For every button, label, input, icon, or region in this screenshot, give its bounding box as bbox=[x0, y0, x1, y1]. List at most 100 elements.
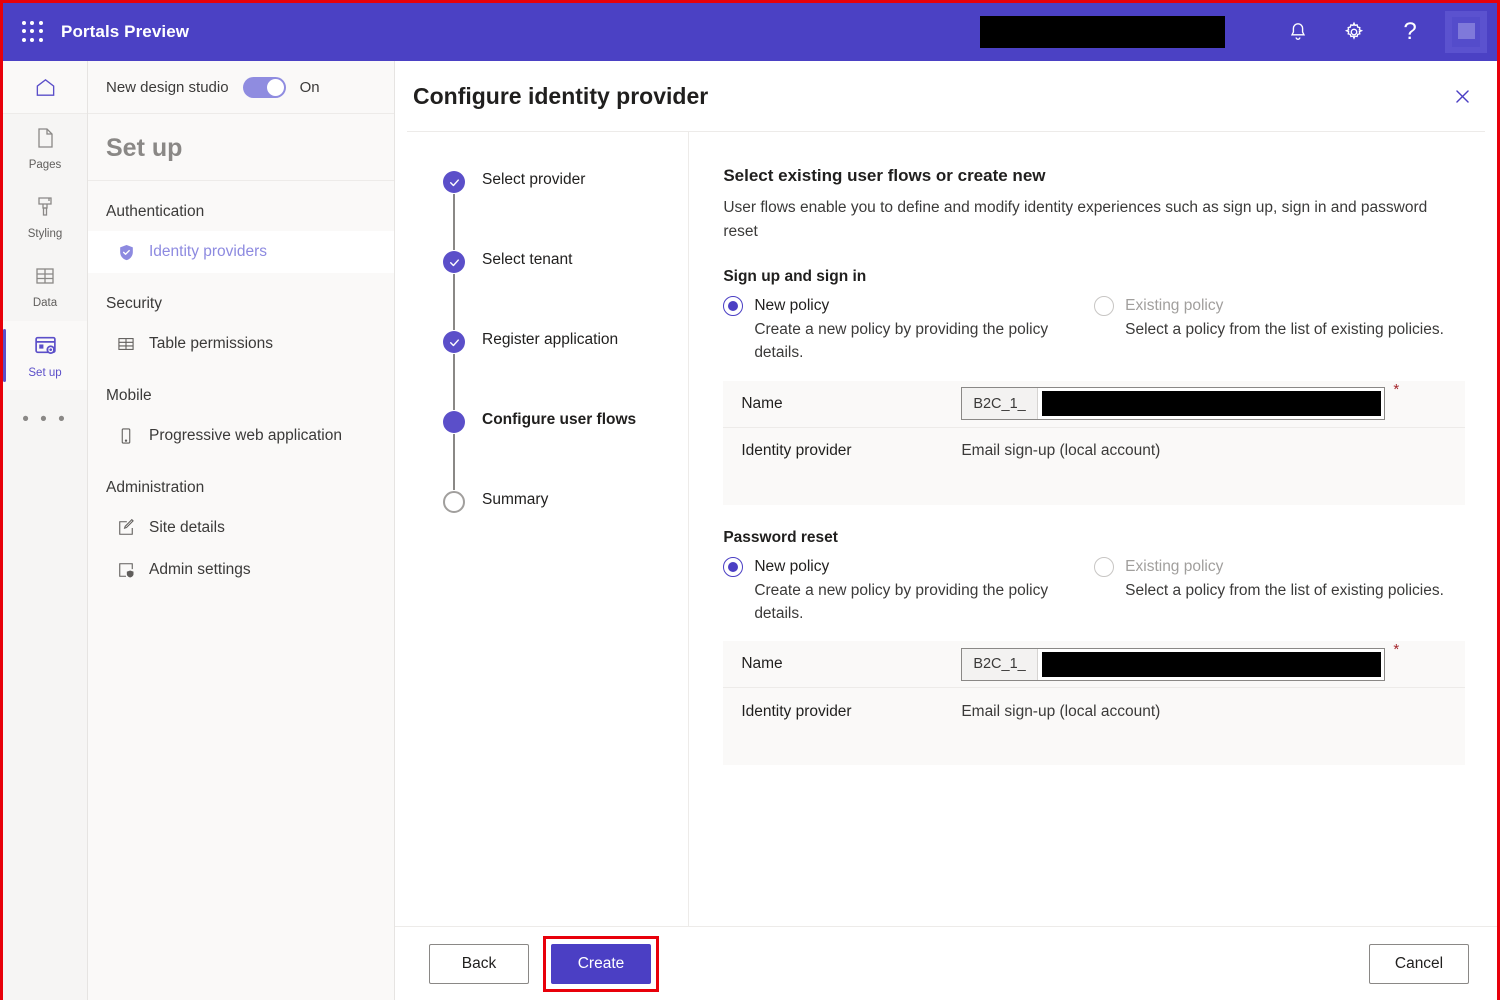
nav-item-progressive-web-application[interactable]: Progressive web application bbox=[88, 415, 394, 457]
nav-group-authentication: Authentication Identity providers bbox=[88, 181, 394, 273]
wizard-step-configure-user-flows[interactable]: Configure user flows bbox=[443, 410, 688, 490]
notifications-icon[interactable] bbox=[1277, 11, 1319, 53]
wizard-step-select-provider[interactable]: Select provider bbox=[443, 170, 688, 250]
toggle-knob bbox=[267, 79, 284, 96]
wizard-step-register-application[interactable]: Register application bbox=[443, 330, 688, 410]
radio-new-policy[interactable] bbox=[723, 557, 743, 577]
dialog-header: Configure identity provider bbox=[395, 61, 1497, 131]
radio-line: Existing policy bbox=[1094, 557, 1445, 577]
home-icon[interactable] bbox=[3, 61, 87, 114]
policy-option-existing[interactable]: Existing policy Select a policy from the… bbox=[1094, 557, 1465, 626]
avatar[interactable] bbox=[1445, 11, 1487, 53]
setup-nav-panel: New design studio On Set up Authenticati… bbox=[88, 61, 395, 1000]
section-heading: Sign up and sign in bbox=[723, 268, 1465, 286]
settings-icon[interactable] bbox=[1333, 11, 1375, 53]
name-label: Name bbox=[741, 655, 961, 673]
create-button[interactable]: Create bbox=[551, 944, 651, 984]
nav-group-heading: Authentication bbox=[88, 181, 394, 231]
design-studio-toggle[interactable] bbox=[243, 77, 286, 98]
radio-label: New policy bbox=[754, 558, 829, 576]
policy-option-existing[interactable]: Existing policy Select a policy from the… bbox=[1094, 296, 1465, 365]
nav-item-admin-settings[interactable]: Admin settings bbox=[88, 549, 394, 591]
cancel-button[interactable]: Cancel bbox=[1369, 944, 1469, 984]
back-button[interactable]: Back bbox=[429, 944, 529, 984]
name-prefix: B2C_1_ bbox=[962, 388, 1037, 419]
configure-identity-provider-dialog: Configure identity provider Select provi… bbox=[395, 61, 1497, 1000]
nav-item-table-permissions[interactable]: Table permissions bbox=[88, 323, 394, 365]
name-input[interactable]: B2C_1_ bbox=[961, 387, 1385, 420]
radio-line: Existing policy bbox=[1094, 296, 1445, 316]
content-heading: Select existing user flows or create new bbox=[723, 166, 1465, 186]
nav-item-site-details[interactable]: Site details bbox=[88, 507, 394, 549]
step-connector bbox=[453, 194, 455, 250]
dialog-content: Select existing user flows or create new… bbox=[688, 132, 1497, 927]
search-input[interactable] bbox=[980, 16, 1225, 48]
identity-provider-value: Email sign-up (local account) bbox=[961, 442, 1160, 460]
name-value[interactable] bbox=[1042, 391, 1382, 416]
step-label: Configure user flows bbox=[482, 410, 636, 429]
design-studio-toggle-row: New design studio On bbox=[88, 61, 394, 114]
radio-existing-policy[interactable] bbox=[1094, 557, 1114, 577]
step-pending-icon bbox=[443, 491, 465, 513]
nav-group-mobile: Mobile Progressive web application bbox=[88, 365, 394, 457]
required-indicator: * bbox=[1393, 641, 1399, 658]
sidebar-item-label: Styling bbox=[28, 228, 63, 240]
policy-option-new[interactable]: New policy Create a new policy by provid… bbox=[723, 296, 1094, 365]
sidebar-item-label: Set up bbox=[28, 367, 61, 379]
policy-option-group: New policy Create a new policy by provid… bbox=[723, 296, 1465, 365]
toggle-state-label: On bbox=[300, 79, 320, 96]
step-connector bbox=[453, 434, 455, 490]
radio-new-policy[interactable] bbox=[723, 296, 743, 316]
create-button-highlight: Create bbox=[543, 936, 659, 992]
dialog-title: Configure identity provider bbox=[413, 83, 1445, 110]
policy-details-card: Name B2C_1_ * Identity provider Email si… bbox=[723, 381, 1465, 505]
radio-label: Existing policy bbox=[1125, 558, 1223, 576]
app-launcher-icon[interactable] bbox=[19, 18, 47, 46]
identity-provider-value: Email sign-up (local account) bbox=[961, 703, 1160, 721]
required-indicator: * bbox=[1393, 381, 1399, 398]
step-label: Select provider bbox=[482, 170, 585, 189]
help-icon[interactable]: ? bbox=[1389, 11, 1431, 53]
brush-icon bbox=[33, 195, 57, 224]
sidebar-item-data[interactable]: Data bbox=[3, 252, 87, 321]
name-input[interactable]: B2C_1_ bbox=[961, 648, 1385, 681]
name-row: Name B2C_1_ * bbox=[723, 641, 1465, 688]
wizard-steps: Select provider Select tenant Register a… bbox=[395, 132, 688, 927]
name-label: Name bbox=[741, 395, 961, 413]
wizard-step-summary[interactable]: Summary bbox=[443, 490, 688, 570]
radio-description: Select a policy from the list of existin… bbox=[1094, 318, 1445, 341]
close-icon[interactable] bbox=[1445, 79, 1479, 113]
shield-check-icon bbox=[116, 242, 136, 262]
step-connector bbox=[453, 274, 455, 330]
policy-details-card: Name B2C_1_ * Identity provider Email si… bbox=[723, 641, 1465, 765]
policy-option-new[interactable]: New policy Create a new policy by provid… bbox=[723, 557, 1094, 626]
shield-page-icon bbox=[116, 560, 136, 580]
sidebar-more-button[interactable]: • • • bbox=[3, 390, 87, 450]
nav-group-security: Security Table permissions bbox=[88, 273, 394, 365]
nav-group-heading: Security bbox=[88, 273, 394, 323]
nav-item-identity-providers[interactable]: Identity providers bbox=[88, 231, 394, 273]
step-current-icon bbox=[443, 411, 465, 433]
step-label: Summary bbox=[482, 490, 548, 509]
identity-provider-row: Identity provider Email sign-up (local a… bbox=[723, 428, 1465, 475]
setup-icon bbox=[33, 333, 58, 363]
step-complete-icon bbox=[443, 171, 465, 193]
radio-existing-policy[interactable] bbox=[1094, 296, 1114, 316]
wizard-step-select-tenant[interactable]: Select tenant bbox=[443, 250, 688, 330]
nav-group-administration: Administration Site details Adm bbox=[88, 457, 394, 591]
sidebar-item-pages[interactable]: Pages bbox=[3, 114, 87, 183]
section-heading: Password reset bbox=[723, 529, 1465, 547]
sidebar-item-styling[interactable]: Styling bbox=[3, 183, 87, 252]
step-connector bbox=[453, 354, 455, 410]
page-icon bbox=[33, 126, 57, 155]
nav-item-label: Admin settings bbox=[149, 561, 251, 579]
sidebar-item-set-up[interactable]: Set up bbox=[3, 321, 87, 390]
dialog-footer: Back Create Cancel bbox=[395, 926, 1497, 1000]
name-row: Name B2C_1_ * bbox=[723, 381, 1465, 428]
name-value[interactable] bbox=[1042, 652, 1382, 677]
sidebar-item-label: Data bbox=[33, 297, 57, 309]
radio-description: Create a new policy by providing the pol… bbox=[723, 318, 1074, 365]
identity-provider-label: Identity provider bbox=[741, 703, 961, 721]
policy-option-group: New policy Create a new policy by provid… bbox=[723, 557, 1465, 626]
step-complete-icon bbox=[443, 331, 465, 353]
